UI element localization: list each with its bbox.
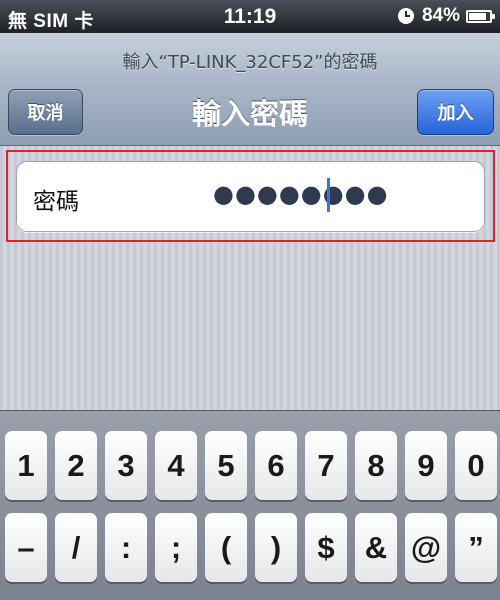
key-row1-7[interactable]: 8	[355, 431, 397, 500]
nav-prompt: 輸入“TP-LINK_32CF52”的密碼	[122, 52, 378, 73]
password-label: 密碼	[33, 189, 79, 215]
key-row2-4[interactable]: (	[205, 513, 247, 582]
join-button[interactable]: 加入	[417, 89, 494, 135]
key-row1-3[interactable]: 4	[155, 431, 197, 500]
key-row1-2[interactable]: 3	[105, 431, 147, 500]
key-row1-6[interactable]: 7	[305, 431, 347, 500]
battery-fill	[469, 12, 486, 20]
clock-icon	[397, 8, 414, 24]
keyboard: 1 2 3 4 5 6 7 8 9 0 – /:;() $ & @”	[0, 410, 500, 600]
text-caret	[327, 178, 330, 212]
password-field[interactable]: 密碼 ●●●●●●●●	[16, 161, 485, 232]
navigation-bar: 輸入“TP-LINK_32CF52”的密碼 取消 輸入密碼 加入	[0, 33, 500, 146]
key-row2-5[interactable]: )	[255, 513, 297, 582]
status-bar: 無 SIM 卡 11:19 84%	[0, 0, 500, 33]
key-row1-8[interactable]: 9	[405, 431, 447, 500]
key-row2-6[interactable]: $	[305, 513, 347, 582]
key-row2-1[interactable]: /	[55, 513, 97, 582]
key-row2-7[interactable]: &	[355, 513, 397, 582]
battery-icon	[466, 9, 495, 23]
battery-percent: 84%	[421, 5, 460, 26]
key-row1-5[interactable]: 6	[255, 431, 297, 500]
status-right: 84%	[397, 5, 495, 27]
password-value: ●●●●●●●●	[213, 180, 389, 208]
key-row2-8[interactable]: @	[405, 513, 447, 582]
key-row2-2[interactable]: :	[105, 513, 147, 582]
key-row1-4[interactable]: 5	[205, 431, 247, 500]
content-area: 密碼 ●●●●●●●●	[0, 146, 500, 410]
key-row1-9[interactable]: 0	[455, 431, 497, 500]
key-row2-0[interactable]: –	[5, 513, 47, 582]
key-row1-0[interactable]: 1	[5, 431, 47, 500]
key-row2-9[interactable]: ”	[455, 513, 497, 582]
key-row1-1[interactable]: 2	[55, 431, 97, 500]
key-row2-3[interactable]: ;	[155, 513, 197, 582]
